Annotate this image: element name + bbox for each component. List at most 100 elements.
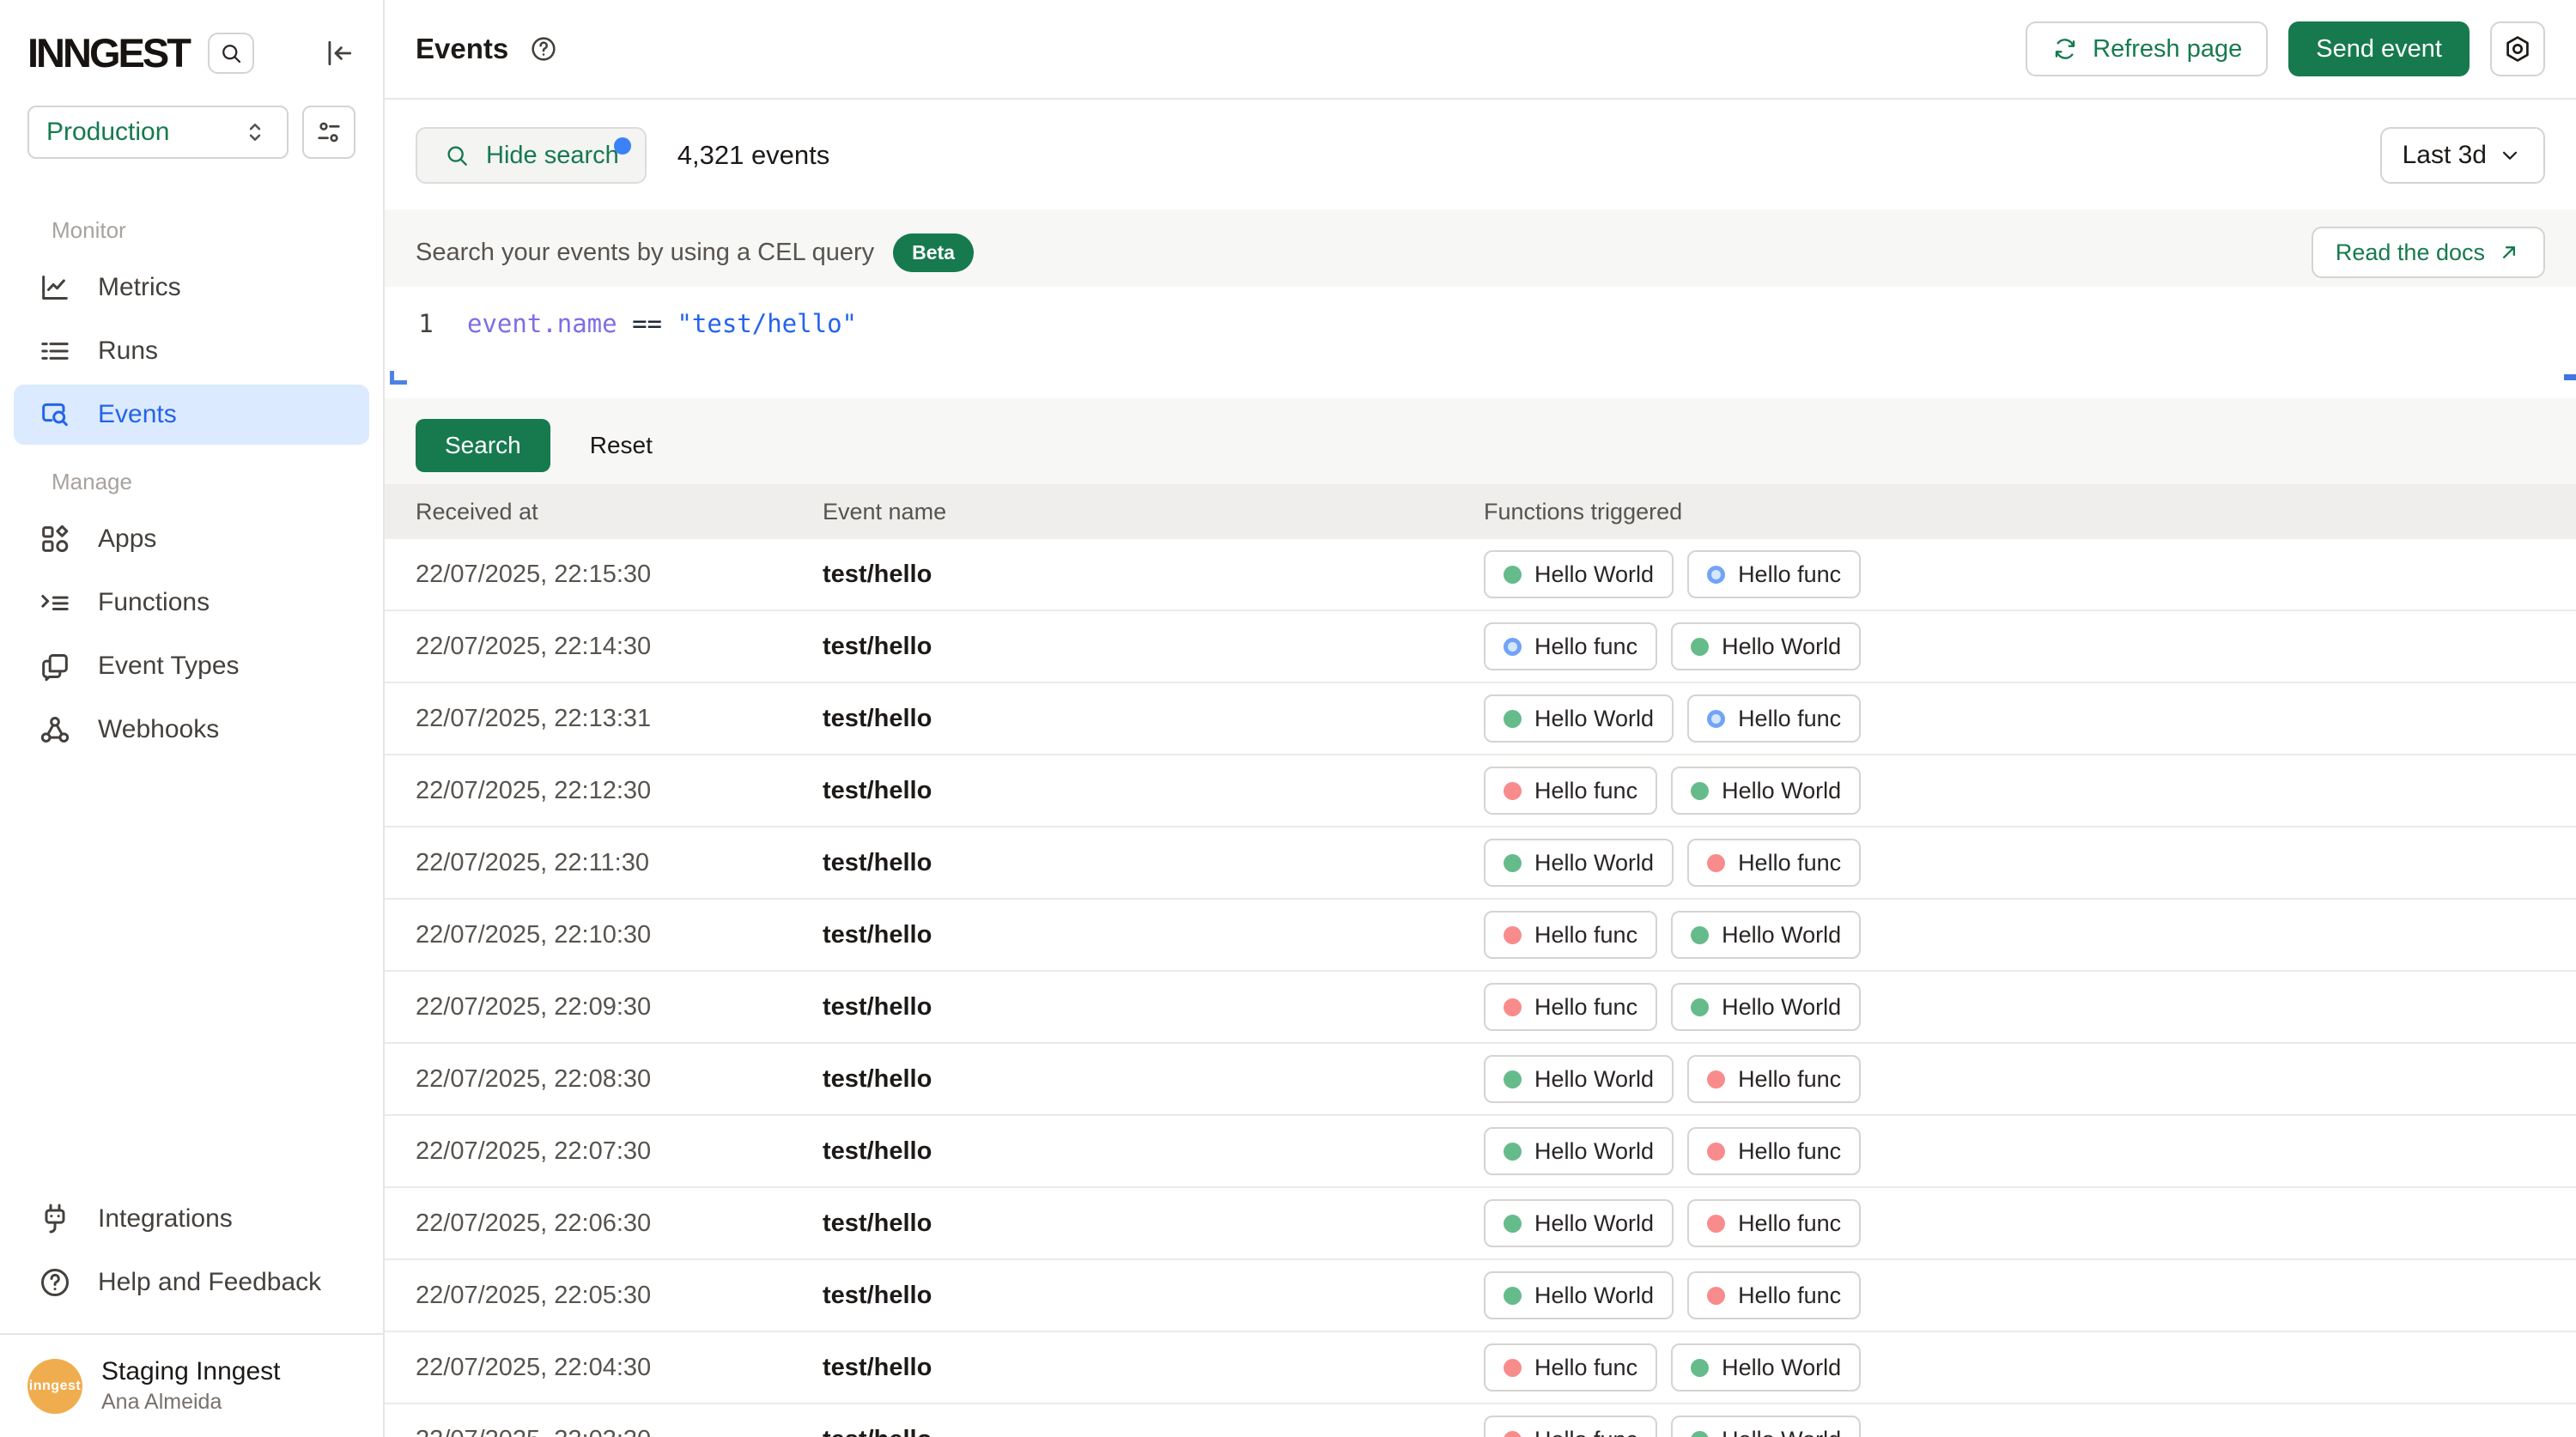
sidebar-footer-nav: Integrations Help and Feedback — [0, 1185, 383, 1333]
function-badge[interactable]: Hello func — [1687, 1199, 1861, 1247]
search-icon — [218, 40, 244, 66]
function-status-dot — [1707, 566, 1725, 584]
function-badge[interactable]: Hello func — [1687, 550, 1861, 598]
read-docs-button[interactable]: Read the docs — [2312, 227, 2545, 278]
function-badge[interactable]: Hello func — [1687, 1271, 1861, 1319]
sidebar-item-events[interactable]: Events — [14, 385, 369, 445]
function-name: Hello World — [1534, 850, 1654, 876]
function-badge[interactable]: Hello func — [1484, 1343, 1657, 1392]
function-badge[interactable]: Hello func — [1484, 911, 1657, 959]
environment-select[interactable]: Production — [27, 106, 289, 159]
page-help-button[interactable] — [529, 34, 558, 64]
table-row[interactable]: 22/07/2025, 22:06:30 test/hello Hello Wo… — [385, 1188, 2576, 1260]
time-range-value: Last 3d — [2403, 141, 2487, 170]
function-badge[interactable]: Hello func — [1484, 983, 1657, 1031]
function-name: Hello func — [1738, 1282, 1841, 1309]
refresh-page-label: Refresh page — [2093, 35, 2242, 64]
hide-search-label: Hide search — [486, 142, 619, 170]
table-row[interactable]: 22/07/2025, 22:14:30 test/hello Hello fu… — [385, 611, 2576, 683]
table-row[interactable]: 22/07/2025, 22:09:30 test/hello Hello fu… — [385, 972, 2576, 1044]
nav-section-label: Monitor — [52, 217, 369, 244]
events-toolbar: Hide search 4,321 events Last 3d — [385, 100, 2576, 209]
collapse-sidebar-button[interactable] — [323, 37, 355, 70]
sidebar-item-integrations[interactable]: Integrations — [14, 1189, 369, 1249]
function-status-dot — [1691, 638, 1709, 656]
sidebar-item-metrics[interactable]: Metrics — [14, 258, 369, 318]
received-at-cell: 22/07/2025, 22:12:30 — [385, 777, 823, 805]
settings-nut-icon — [2502, 33, 2533, 64]
function-badge[interactable]: Hello World — [1484, 1271, 1674, 1319]
sidebar-item-event-types[interactable]: Event Types — [14, 636, 369, 696]
nav-section-items: Apps Functions Event Types Webhooks — [14, 509, 369, 760]
function-badge[interactable]: Hello func — [1687, 839, 1861, 887]
reset-button[interactable]: Reset — [590, 432, 653, 459]
hide-search-button[interactable]: Hide search — [416, 127, 647, 184]
event-name-cell: test/hello — [823, 849, 1484, 877]
editor-corner-mark — [390, 371, 407, 385]
sidebar-item-help-and-feedback[interactable]: Help and Feedback — [14, 1252, 369, 1313]
settings-button[interactable] — [2490, 21, 2545, 76]
function-badge[interactable]: Hello func — [1484, 767, 1657, 815]
function-badge[interactable]: Hello World — [1484, 839, 1674, 887]
function-status-dot — [1504, 710, 1522, 728]
table-row[interactable]: 22/07/2025, 22:15:30 test/hello Hello Wo… — [385, 539, 2576, 611]
arrow-up-right-icon — [2497, 240, 2521, 264]
function-badge[interactable]: Hello World — [1484, 1127, 1674, 1175]
send-event-button[interactable]: Send event — [2288, 21, 2470, 76]
code-property-token: event.name — [467, 309, 617, 338]
sidebar-item-functions[interactable]: Functions — [14, 573, 369, 633]
sliders-icon — [313, 117, 344, 148]
account-card[interactable]: inngest Staging Inngest Ana Almeida — [0, 1333, 383, 1437]
received-at-cell: 22/07/2025, 22:09:30 — [385, 993, 823, 1022]
function-badge[interactable]: Hello World — [1484, 1055, 1674, 1103]
function-badge[interactable]: Hello World — [1671, 1416, 1861, 1437]
sidebar-item-webhooks[interactable]: Webhooks — [14, 700, 369, 760]
functions-cell: Hello World Hello func — [1484, 1271, 2576, 1319]
table-row[interactable]: 22/07/2025, 22:13:31 test/hello Hello Wo… — [385, 683, 2576, 755]
function-badge[interactable]: Hello World — [1671, 1343, 1861, 1392]
table-row[interactable]: 22/07/2025, 22:10:30 test/hello Hello fu… — [385, 900, 2576, 972]
table-row[interactable]: 22/07/2025, 22:12:30 test/hello Hello fu… — [385, 755, 2576, 828]
avatar: inngest — [27, 1359, 82, 1414]
table-row[interactable]: 22/07/2025, 22:04:30 test/hello Hello fu… — [385, 1332, 2576, 1404]
sidebar-item-runs[interactable]: Runs — [14, 321, 369, 381]
sidebar-item-apps[interactable]: Apps — [14, 509, 369, 569]
function-badge[interactable]: Hello func — [1687, 694, 1861, 743]
function-badge[interactable]: Hello World — [1671, 767, 1861, 815]
function-status-dot — [1504, 1143, 1522, 1161]
function-status-dot — [1504, 638, 1522, 656]
received-at-cell: 22/07/2025, 22:13:31 — [385, 705, 823, 733]
function-status-dot — [1504, 926, 1522, 944]
cel-query-editor[interactable]: 1 event.name == "test/hello" — [385, 287, 2576, 398]
function-badge[interactable]: Hello func — [1484, 1416, 1657, 1437]
table-row[interactable]: 22/07/2025, 22:03:30 test/hello Hello fu… — [385, 1404, 2576, 1437]
events-table-body: 22/07/2025, 22:15:30 test/hello Hello Wo… — [385, 539, 2576, 1437]
received-at-cell: 22/07/2025, 22:03:30 — [385, 1426, 823, 1437]
table-row[interactable]: 22/07/2025, 22:07:30 test/hello Hello Wo… — [385, 1116, 2576, 1188]
function-name: Hello World — [1722, 994, 1841, 1021]
function-status-dot — [1707, 1143, 1725, 1161]
table-row[interactable]: 22/07/2025, 22:11:30 test/hello Hello Wo… — [385, 828, 2576, 900]
function-name: Hello World — [1722, 634, 1841, 660]
editor-line-number: 1 — [385, 309, 467, 398]
function-badge[interactable]: Hello func — [1484, 622, 1657, 670]
table-row[interactable]: 22/07/2025, 22:08:30 test/hello Hello Wo… — [385, 1044, 2576, 1116]
function-badge[interactable]: Hello func — [1687, 1127, 1861, 1175]
function-badge[interactable]: Hello World — [1484, 694, 1674, 743]
function-badge[interactable]: Hello World — [1484, 1199, 1674, 1247]
function-badge[interactable]: Hello World — [1671, 622, 1861, 670]
search-button[interactable]: Search — [416, 419, 550, 472]
events-icon — [38, 397, 72, 432]
function-badge[interactable]: Hello func — [1687, 1055, 1861, 1103]
functions-cell: Hello World Hello func — [1484, 1199, 2576, 1247]
function-badge[interactable]: Hello World — [1671, 983, 1861, 1031]
time-range-select[interactable]: Last 3d — [2380, 127, 2545, 184]
refresh-page-button[interactable]: Refresh page — [2026, 21, 2268, 76]
inngest-logo: INNGEST — [27, 29, 189, 76]
function-badge[interactable]: Hello World — [1484, 550, 1674, 598]
environment-settings-button[interactable] — [302, 106, 355, 159]
global-search-button[interactable] — [208, 33, 254, 74]
function-badge[interactable]: Hello World — [1671, 911, 1861, 959]
table-row[interactable]: 22/07/2025, 22:05:30 test/hello Hello Wo… — [385, 1260, 2576, 1332]
event-name-cell: test/hello — [823, 993, 1484, 1022]
